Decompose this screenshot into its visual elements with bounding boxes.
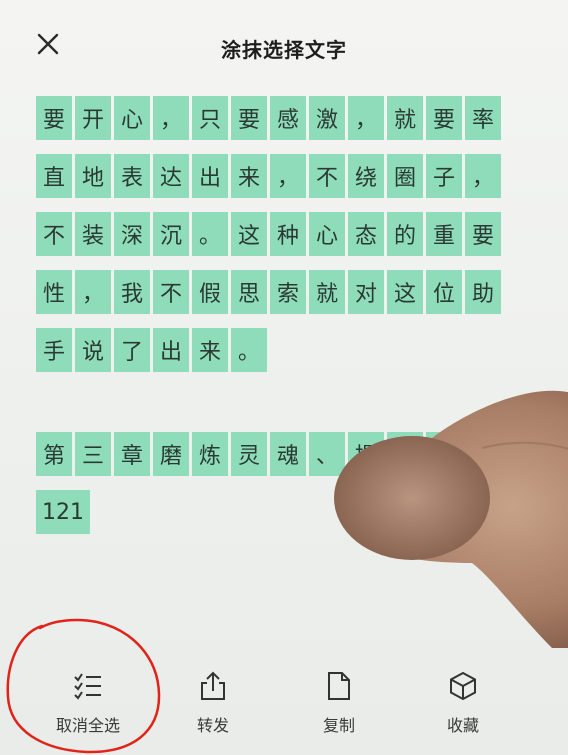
selected-character[interactable]: 只 <box>192 96 228 140</box>
selected-character[interactable]: 心 <box>309 212 345 256</box>
selected-character[interactable]: 手 <box>36 328 72 372</box>
share-label: 转发 <box>196 716 229 735</box>
selected-character[interactable]: 索 <box>270 270 306 314</box>
copy-button[interactable]: 复制 <box>284 670 394 750</box>
selected-character[interactable]: 出 <box>192 154 228 198</box>
text-line: 第三章磨炼灵魂、提升心 <box>36 432 516 484</box>
selected-character[interactable]: 121 <box>36 490 90 534</box>
text-line: 不装深沉。这种心态的重要 <box>36 212 516 264</box>
selected-character[interactable]: 心 <box>426 432 462 476</box>
copy-label: 复制 <box>322 716 355 735</box>
selected-character[interactable]: 、 <box>309 432 345 476</box>
selected-character[interactable]: 升 <box>387 432 423 476</box>
selected-character[interactable]: 重 <box>426 212 462 256</box>
selected-character[interactable]: 出 <box>153 328 189 372</box>
selected-character[interactable]: 子 <box>426 154 462 198</box>
selected-character[interactable]: ， <box>270 154 306 198</box>
selected-character[interactable]: 地 <box>75 154 111 198</box>
selected-character[interactable]: 这 <box>231 212 267 256</box>
selected-character[interactable]: 率 <box>465 96 501 140</box>
bottom-action-bar: 取消全选 转发 复制 收藏 <box>0 650 568 755</box>
page-title: 涂抹选择文字 <box>221 38 347 62</box>
selected-character[interactable]: 思 <box>231 270 267 314</box>
selected-character[interactable]: 开 <box>75 96 111 140</box>
selected-character[interactable]: 炼 <box>192 432 228 476</box>
selected-character[interactable]: 来 <box>231 154 267 198</box>
selected-character[interactable]: 了 <box>114 328 150 372</box>
selected-character[interactable]: 就 <box>387 96 423 140</box>
selected-character[interactable]: 说 <box>75 328 111 372</box>
selected-character[interactable]: 感 <box>270 96 306 140</box>
selected-character[interactable]: 魂 <box>270 432 306 476</box>
copy-document-icon <box>323 670 355 702</box>
selected-character[interactable]: 第 <box>36 432 72 476</box>
selected-character[interactable]: 达 <box>153 154 189 198</box>
selected-character[interactable]: 要 <box>426 96 462 140</box>
share-icon <box>197 670 229 702</box>
selected-character[interactable]: 位 <box>426 270 462 314</box>
favorite-label: 收藏 <box>446 716 479 735</box>
selected-character[interactable]: 绕 <box>348 154 384 198</box>
selected-character[interactable]: 假 <box>192 270 228 314</box>
selectable-text-block[interactable]: 要开心，只要感激，就要率直地表达出来，不绕圈子，不装深沉。这种心态的重要性，我不… <box>36 96 516 548</box>
deselect-all-label: 取消全选 <box>55 716 120 735</box>
text-line: 121 <box>36 490 516 542</box>
selected-character[interactable]: 我 <box>114 270 150 314</box>
selected-character[interactable]: 态 <box>348 212 384 256</box>
selected-character[interactable]: 就 <box>309 270 345 314</box>
screen: 涂抹选择文字 要开心，只要感激，就要率直地表达出来，不绕圈子，不装深沉。这种心态… <box>0 0 568 755</box>
selected-character[interactable]: 来 <box>192 328 228 372</box>
deselect-all-button[interactable]: 取消全选 <box>33 670 143 750</box>
title-bar: 涂抹选择文字 <box>0 0 568 96</box>
selected-character[interactable]: 磨 <box>153 432 189 476</box>
selected-character[interactable]: 。 <box>231 328 267 372</box>
favorite-button[interactable]: 收藏 <box>408 670 518 750</box>
selected-character[interactable]: 要 <box>36 96 72 140</box>
selected-character[interactable]: 三 <box>75 432 111 476</box>
selected-character[interactable]: 对 <box>348 270 384 314</box>
selected-character[interactable]: ， <box>465 154 501 198</box>
selected-character[interactable]: 章 <box>114 432 150 476</box>
text-line: 手说了出来。 <box>36 328 516 380</box>
selected-character[interactable]: 表 <box>114 154 150 198</box>
selected-character[interactable]: 激 <box>309 96 345 140</box>
selected-character[interactable]: 沉 <box>153 212 189 256</box>
selected-character[interactable]: 的 <box>387 212 423 256</box>
deselect-list-icon <box>72 670 104 702</box>
share-button[interactable]: 转发 <box>158 670 268 750</box>
selected-character[interactable]: 圈 <box>387 154 423 198</box>
selected-character[interactable]: 助 <box>465 270 501 314</box>
favorite-cube-icon <box>447 670 479 702</box>
text-line: 要开心，只要感激，就要率 <box>36 96 516 148</box>
selected-character[interactable]: 心 <box>114 96 150 140</box>
selected-character[interactable]: 种 <box>270 212 306 256</box>
selected-character[interactable]: 不 <box>153 270 189 314</box>
selected-character[interactable]: 。 <box>192 212 228 256</box>
selected-character[interactable]: 要 <box>231 96 267 140</box>
selected-character[interactable]: 不 <box>36 212 72 256</box>
text-line: 直地表达出来，不绕圈子， <box>36 154 516 206</box>
selected-character[interactable]: 要 <box>465 212 501 256</box>
selected-character[interactable]: 性 <box>36 270 72 314</box>
selected-character[interactable]: 装 <box>75 212 111 256</box>
selected-character[interactable]: 提 <box>348 432 384 476</box>
selected-character[interactable]: 灵 <box>231 432 267 476</box>
selected-character[interactable]: 深 <box>114 212 150 256</box>
selected-character[interactable]: ， <box>153 96 189 140</box>
selected-character[interactable]: 直 <box>36 154 72 198</box>
selected-character[interactable]: 不 <box>309 154 345 198</box>
selected-character[interactable]: ， <box>75 270 111 314</box>
selected-character[interactable]: ， <box>348 96 384 140</box>
selected-character[interactable]: 这 <box>387 270 423 314</box>
text-line: 性，我不假思索就对这位助 <box>36 270 516 322</box>
